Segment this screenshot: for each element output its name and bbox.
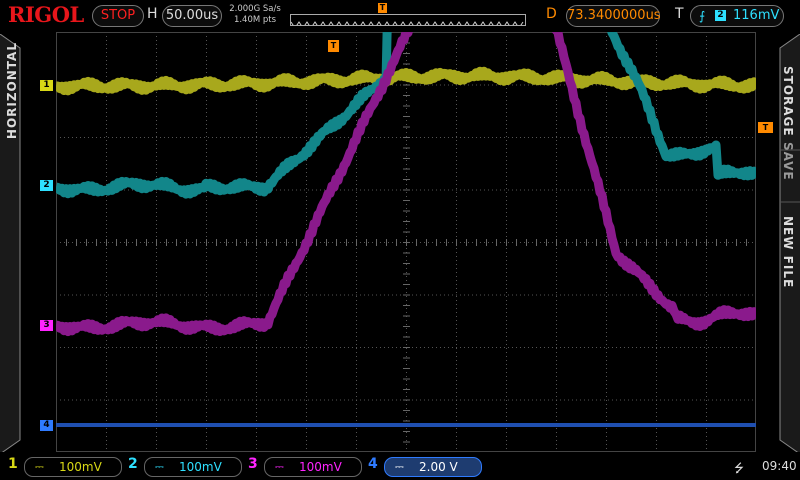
trigger-position-marker[interactable]: T: [328, 40, 339, 52]
ch4-number: 4: [368, 456, 378, 472]
memory-depth: 1.40M pts: [233, 15, 277, 25]
delay-label: D: [546, 6, 557, 22]
storage-side-menu: STORAGE SAVE NEW FILE: [776, 34, 800, 454]
waveform-display[interactable]: [56, 32, 756, 452]
dc-coupling-icon: ⎓: [35, 460, 44, 473]
trigger-level: 116mV: [733, 8, 780, 23]
trigger-source-badge: 2: [715, 10, 726, 21]
dc-coupling-icon: ⎓: [155, 460, 164, 473]
ch2-scale: 100mV: [179, 460, 222, 474]
memory-waveform-strip: [290, 14, 526, 26]
ch4-scale: 2.00 V: [419, 460, 458, 474]
trigger-readout[interactable]: ⨍ 2 116mV: [690, 5, 784, 27]
ch2-offset-marker[interactable]: 2: [40, 180, 53, 191]
trigger-level-marker[interactable]: T: [758, 122, 773, 133]
ch3-number: 3: [248, 456, 258, 472]
ch3-scale-box[interactable]: ⎓ 100mV: [264, 457, 362, 477]
ch2-scale-box[interactable]: ⎓ 100mV: [144, 457, 242, 477]
ch4-scale-box[interactable]: ⎓ 2.00 V: [384, 457, 482, 477]
run-stop-indicator[interactable]: STOP: [92, 5, 144, 27]
memory-strip-graphic: [291, 21, 524, 25]
horizontal-tab-label: HORIZONTAL: [5, 42, 19, 140]
new-file-button[interactable]: NEW FILE: [781, 216, 795, 288]
ch2-number: 2: [128, 456, 138, 472]
ch4-offset-marker[interactable]: 4: [40, 420, 53, 431]
trigger-position-top-marker: T: [378, 3, 387, 13]
channel-status-bar: 1 ⎓ 100mV 2 ⎓ 100mV 3 ⎓ 100mV 4 ⎓ 2.00 V…: [0, 452, 800, 480]
sample-rate: 2.000G Sa/s: [229, 4, 281, 14]
trigger-label: T: [675, 6, 684, 22]
ch3-marker-label: 3: [43, 320, 50, 330]
ch3-scale: 100mV: [299, 460, 342, 474]
ch1-offset-marker[interactable]: 1: [40, 80, 53, 91]
dc-coupling-icon: ⎓: [275, 460, 284, 473]
usb-icon: ⭍: [734, 461, 744, 475]
ch1-scale: 100mV: [59, 460, 102, 474]
acquisition-info: 2.000G Sa/s 1.40M pts: [226, 4, 284, 26]
top-status-bar: RIGOL STOP H 50.00us 2.000G Sa/s 1.40M p…: [0, 0, 800, 32]
delay-readout[interactable]: 73.3400000us: [566, 5, 661, 27]
timebase-readout[interactable]: 50.00us: [162, 5, 222, 27]
save-button[interactable]: SAVE: [781, 142, 795, 181]
ch4-marker-label: 4: [43, 420, 50, 430]
ch2-marker-label: 2: [43, 180, 50, 190]
graticule-and-traces: [56, 32, 756, 452]
brand-logo: RIGOL: [8, 2, 84, 27]
ch1-scale-box[interactable]: ⎓ 100mV: [24, 457, 122, 477]
ch1-marker-label: 1: [43, 80, 50, 90]
horizontal-label: H: [147, 6, 158, 22]
storage-tab-label[interactable]: STORAGE: [781, 66, 795, 137]
dc-coupling-icon: ⎓: [395, 460, 404, 473]
system-clock: 09:40: [762, 459, 797, 473]
rising-edge-icon: ⨍: [699, 9, 706, 23]
horizontal-side-tab[interactable]: HORIZONTAL: [0, 34, 24, 454]
ch1-number: 1: [8, 456, 18, 472]
ch3-offset-marker[interactable]: 3: [40, 320, 53, 331]
